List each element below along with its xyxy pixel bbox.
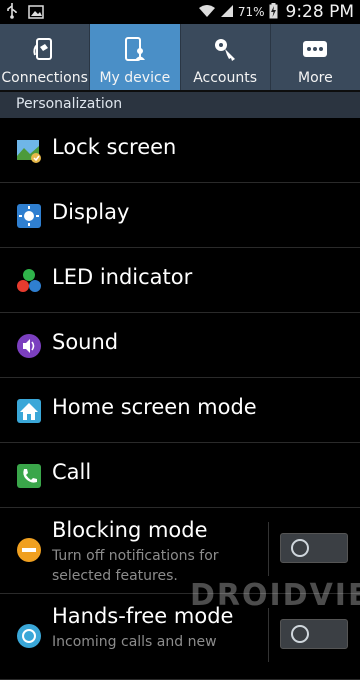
- tab-label: Accounts: [193, 70, 258, 86]
- list-item-label: Home screen mode: [52, 395, 257, 419]
- blocking-mode-icon: [16, 537, 42, 563]
- hands-free-toggle[interactable]: [280, 619, 348, 649]
- list-item-label: Blocking mode: [52, 518, 208, 542]
- signal-icon: [220, 4, 234, 21]
- tab-label: Connections: [1, 70, 88, 86]
- divider: [268, 608, 269, 662]
- tab-label: My device: [99, 70, 171, 86]
- connections-icon: [30, 34, 60, 64]
- tab-connections[interactable]: Connections: [0, 24, 91, 90]
- list-item-led-indicator[interactable]: LED indicator: [0, 248, 360, 313]
- more-dots-icon: [300, 34, 330, 64]
- list-item-home-screen-mode[interactable]: Home screen mode: [0, 378, 360, 443]
- divider: [268, 522, 269, 576]
- call-icon: [16, 463, 42, 489]
- accounts-key-icon: [210, 34, 240, 64]
- section-title: Personalization: [16, 96, 123, 112]
- list-item-label: Lock screen: [52, 135, 177, 159]
- battery-charging-icon: [269, 2, 278, 22]
- toggle-knob: [291, 625, 309, 643]
- home-screen-icon: [16, 398, 42, 424]
- lock-screen-icon: [16, 138, 42, 164]
- blocking-mode-toggle[interactable]: [280, 533, 348, 563]
- my-device-icon: [120, 34, 150, 64]
- section-header: Personalization: [0, 92, 360, 118]
- list-item-description: Incoming calls and new: [52, 634, 217, 650]
- toggle-knob: [291, 539, 309, 557]
- list-item-label: Display: [52, 200, 130, 224]
- list-item-label: Sound: [52, 330, 119, 354]
- watermark: DROIDVIEWS: [190, 578, 360, 613]
- list-item-label: LED indicator: [52, 265, 193, 289]
- battery-percent: 71%: [237, 5, 265, 19]
- list-item-sound[interactable]: Sound: [0, 313, 360, 378]
- tab-my-device[interactable]: My device: [90, 24, 181, 90]
- image-notification-icon: [28, 4, 44, 23]
- tab-more[interactable]: More: [271, 24, 360, 90]
- list-item-lock-screen[interactable]: Lock screen: [0, 118, 360, 183]
- sound-icon: [16, 333, 42, 359]
- list-item-call[interactable]: Call: [0, 443, 360, 508]
- tab-accounts[interactable]: Accounts: [181, 24, 271, 90]
- list-item-display[interactable]: Display: [0, 183, 360, 248]
- hands-free-icon: [16, 623, 42, 649]
- usb-icon: [6, 3, 18, 23]
- display-icon: [16, 203, 42, 229]
- clock: 9:28 PM: [285, 2, 355, 22]
- list-item-label: Call: [52, 460, 92, 484]
- led-indicator-icon: [16, 268, 42, 294]
- settings-tab-bar: Connections My device Accounts More: [0, 24, 360, 92]
- status-bar: 71% 9:28 PM: [0, 0, 360, 24]
- wifi-icon: [198, 4, 216, 21]
- tab-label: More: [298, 70, 333, 86]
